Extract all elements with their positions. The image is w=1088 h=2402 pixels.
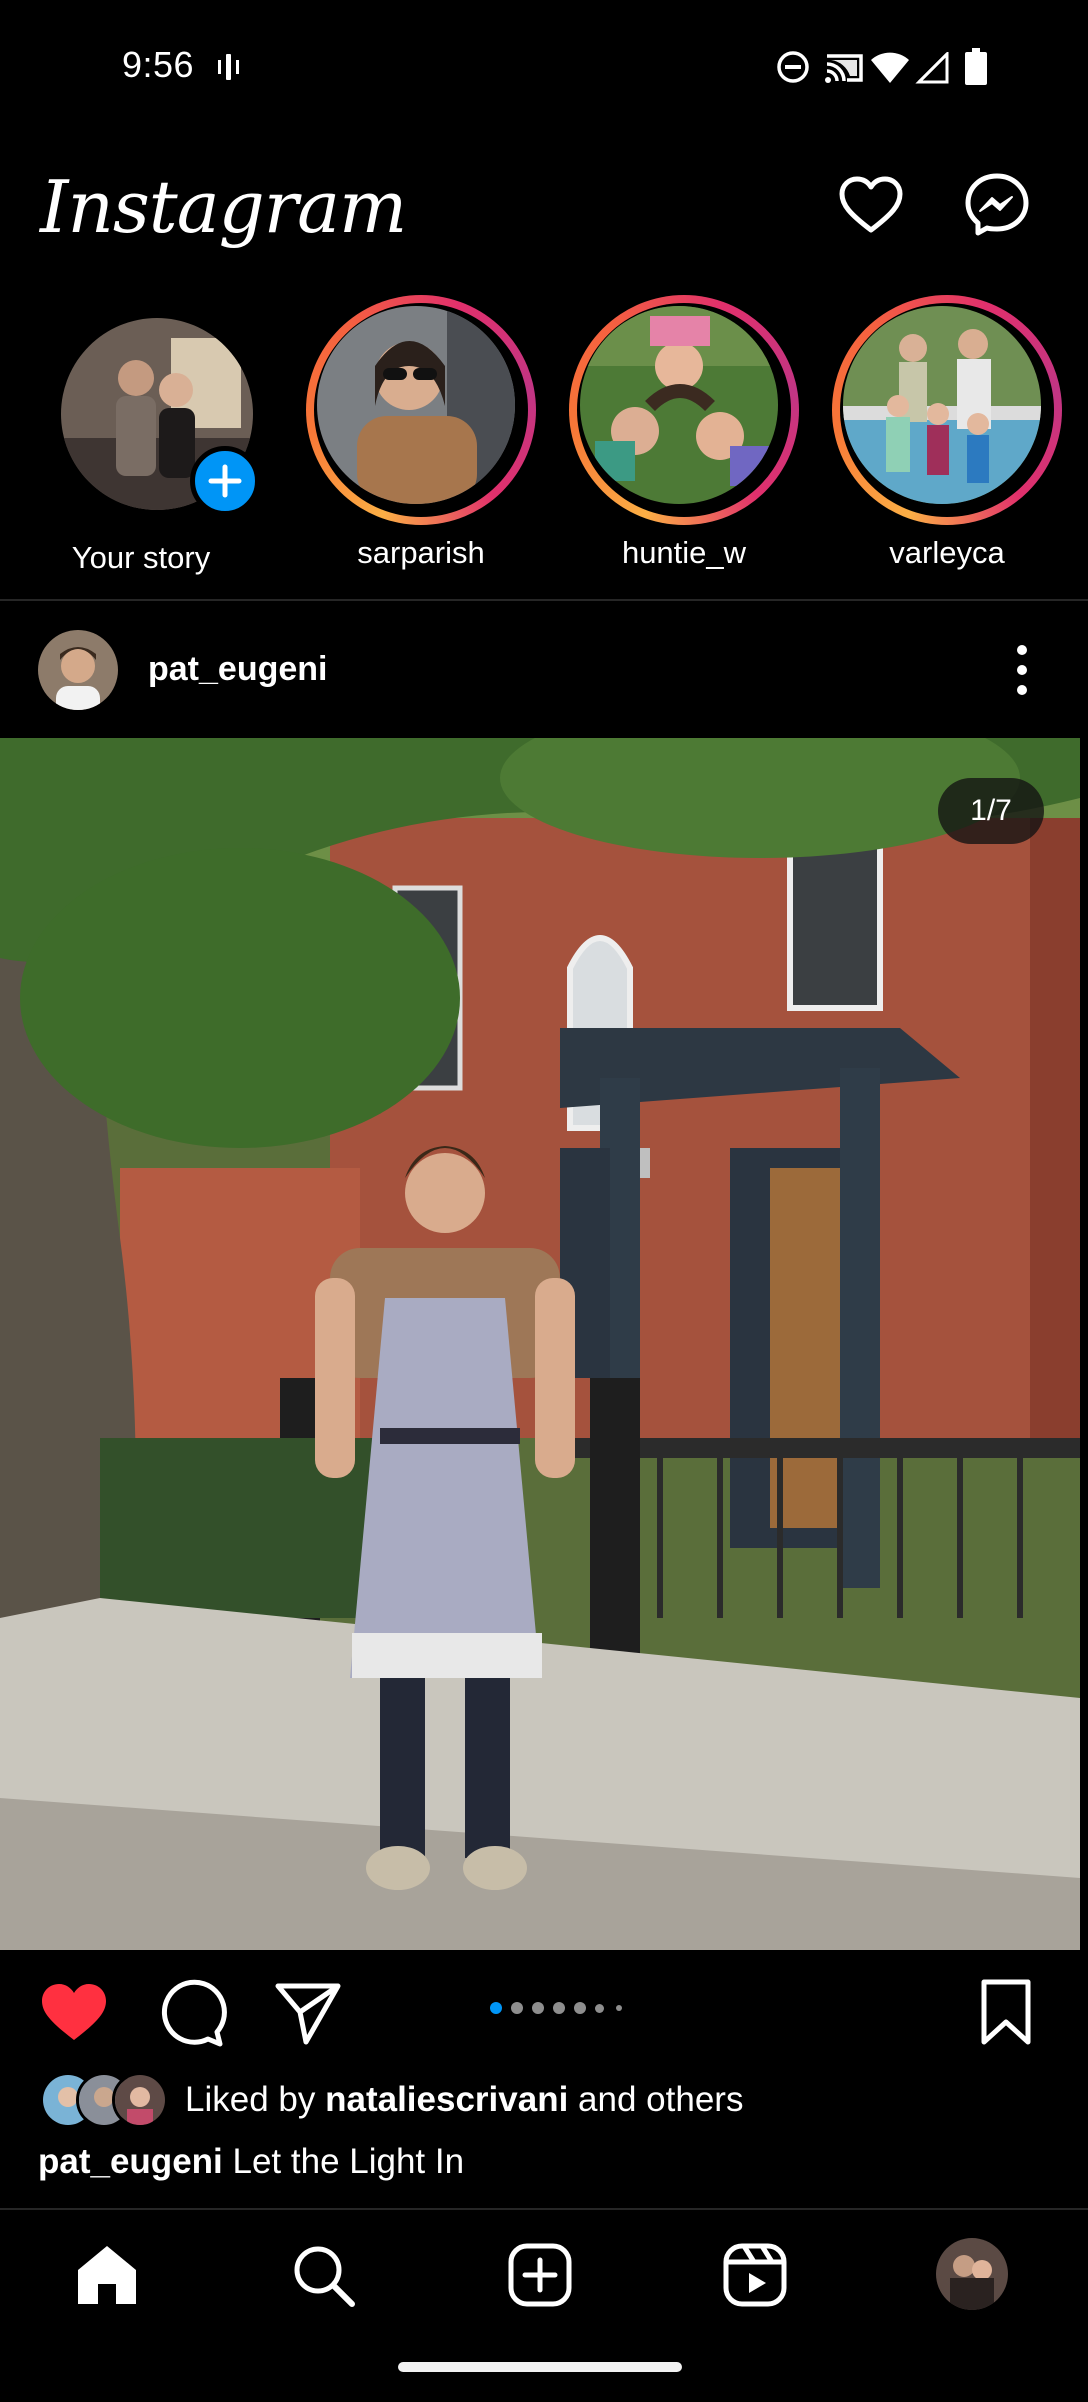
save-bookmark-icon[interactable] — [970, 1976, 1042, 2048]
carousel-dot — [490, 2002, 502, 2014]
image-counter: 1/7 — [938, 778, 1044, 844]
story-your-story[interactable]: Your story — [31, 290, 271, 580]
post-username[interactable]: pat_eugeni — [148, 650, 327, 689]
story-label: Your story — [71, 540, 211, 575]
messenger-icon[interactable] — [962, 170, 1032, 240]
story-avatar — [580, 306, 778, 504]
battery-icon — [965, 48, 987, 85]
story-label: varleyca — [889, 535, 1005, 570]
do-not-disturb-icon — [777, 51, 809, 83]
liked-by-prefix: Liked by — [185, 2080, 316, 2119]
post-image[interactable] — [0, 738, 1080, 1950]
heart-icon[interactable] — [836, 170, 906, 240]
avatar — [112, 2072, 168, 2128]
liked-by-text[interactable]: Liked by nataliescrivani and others — [185, 2080, 743, 2120]
search-icon[interactable] — [288, 2240, 358, 2310]
caption-username[interactable]: pat_eugeni — [38, 2142, 223, 2181]
plus-icon — [208, 464, 242, 498]
liked-by-avatars[interactable] — [40, 2072, 170, 2128]
status-bar: 9:56 — [0, 0, 1088, 135]
carousel-dot — [574, 2002, 586, 2014]
new-post-icon[interactable] — [505, 2240, 575, 2310]
wifi-icon — [871, 52, 909, 83]
more-options-icon[interactable] — [1000, 640, 1050, 700]
story-label: sarparish — [357, 535, 485, 570]
home-indicator[interactable] — [398, 2362, 682, 2372]
status-time: 9:56 — [122, 44, 195, 85]
add-story-button[interactable] — [190, 446, 260, 516]
signal-icon — [915, 52, 949, 84]
home-icon[interactable] — [72, 2240, 142, 2310]
story-sarparish[interactable]: sarparish — [301, 290, 541, 580]
cast-icon — [825, 54, 863, 83]
story-varleyca[interactable]: varleyca — [827, 290, 1067, 580]
story-label: huntie_w — [621, 535, 747, 570]
carousel-dot — [511, 2002, 523, 2014]
liked-by-user[interactable]: nataliescrivani — [325, 2080, 568, 2119]
share-icon[interactable] — [272, 1976, 344, 2048]
caption-text: Let the Light In — [232, 2142, 465, 2181]
like-heart-icon[interactable] — [38, 1976, 110, 2048]
profile-avatar[interactable] — [936, 2238, 1008, 2310]
instagram-logo: Instagram — [40, 165, 407, 249]
carousel-dot — [595, 2003, 604, 2013]
reels-icon[interactable] — [720, 2240, 790, 2310]
comment-icon[interactable] — [155, 1976, 227, 2048]
carousel-dot — [532, 2002, 544, 2014]
divider — [0, 599, 1088, 601]
story-avatar — [843, 306, 1041, 504]
post-caption: pat_eugeni Let the Light In — [38, 2142, 464, 2182]
carousel-dot — [616, 2005, 622, 2011]
story-avatar — [317, 306, 515, 504]
post-author-avatar[interactable] — [38, 630, 118, 710]
vibrate-icon — [218, 54, 239, 80]
carousel-dot — [553, 2002, 565, 2014]
story-huntie_w[interactable]: huntie_w — [564, 290, 804, 580]
liked-by-suffix: and others — [578, 2080, 744, 2119]
